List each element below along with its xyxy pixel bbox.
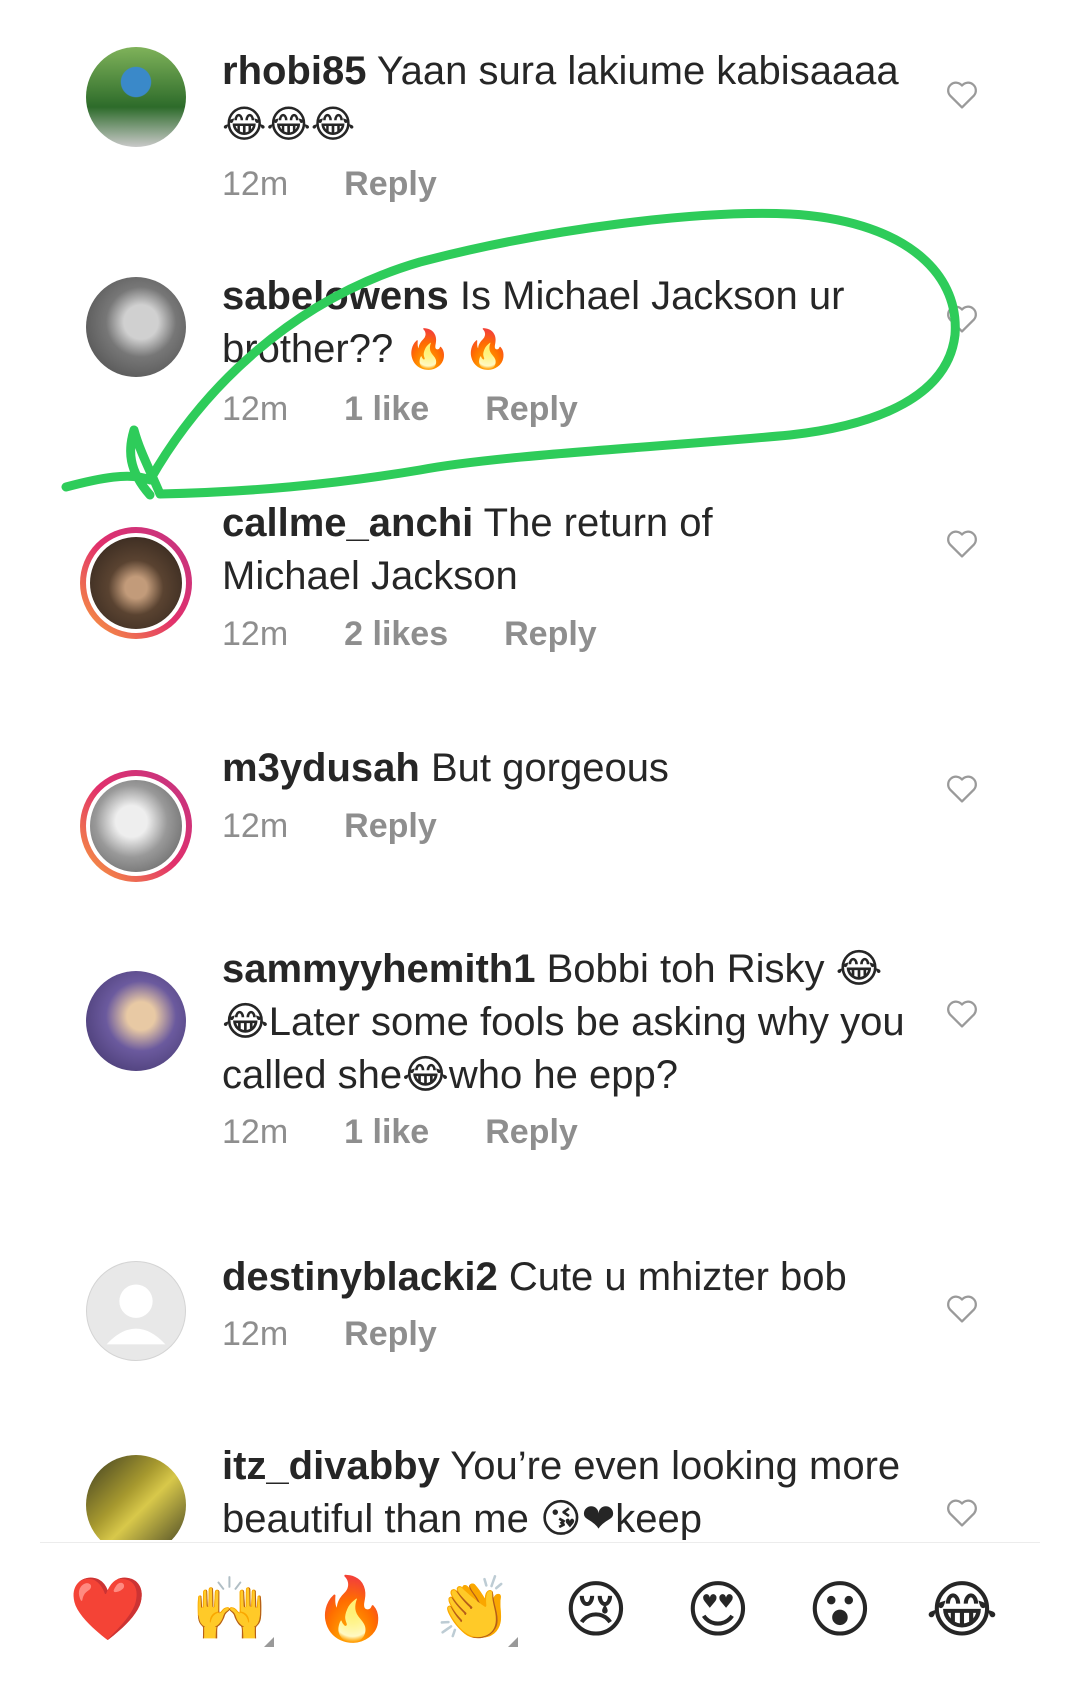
comment-username[interactable]: m3ydusah (222, 746, 420, 790)
avatar-image (86, 1455, 186, 1540)
avatar-image (86, 776, 186, 876)
comment-username[interactable]: itz_divabby (222, 1444, 440, 1488)
comment-item: itz_divabby You’re even looking more bea… (0, 1430, 1080, 1540)
comment-username[interactable]: sabelowens (222, 274, 449, 318)
comment-body: rhobi85 Yaan sura lakiume kabisaaaa 😂😂😂 (222, 45, 922, 151)
reply-button[interactable]: Reply (344, 807, 437, 846)
comment-time: 12m (222, 165, 289, 203)
comment-body: itz_divabby You’re even looking more bea… (222, 1440, 922, 1540)
heart-outline-icon[interactable] (945, 1292, 979, 1324)
comment-item: sabelowens Is Michael Jackson ur brother… (0, 230, 1080, 455)
comment-body: callme_anchi The return of Michael Jacks… (222, 497, 822, 603)
variant-indicator-icon (508, 1637, 518, 1647)
avatar[interactable] (80, 527, 192, 639)
comment-meta: 12m 2 likes Reply (222, 615, 597, 654)
comment-item: sammyyhemith1 Bobbi toh Risky 😂😂Later so… (0, 945, 1080, 1205)
default-avatar-icon (106, 1284, 166, 1345)
fire-emoji-button[interactable]: 🔥 (312, 1569, 392, 1649)
variant-indicator-icon (264, 1637, 274, 1647)
comment-emojis: 🔥 🔥 (404, 327, 512, 371)
heart-outline-icon[interactable] (945, 78, 979, 110)
clapping-emoji-button[interactable]: 👏 (434, 1569, 518, 1649)
avatar[interactable] (86, 971, 186, 1071)
heart-eyes-emoji-icon: 😍 (685, 1572, 751, 1646)
heart-outline-icon[interactable] (945, 1496, 979, 1528)
avatar-image (86, 971, 186, 1071)
comment-username[interactable]: rhobi85 (222, 49, 366, 93)
avatar[interactable] (86, 47, 186, 147)
emoji-reaction-bar: ❤️ 🙌 🔥 👏 😢 😍 😮 😂 (40, 1542, 1040, 1689)
comment-time: 12m (222, 1315, 289, 1353)
avatar-image (86, 533, 186, 633)
clapping-hands-emoji-icon: 👏 (435, 1572, 513, 1645)
like-count[interactable]: 2 likes (344, 615, 448, 654)
heart-outline-icon[interactable] (945, 997, 979, 1029)
comment-item: callme_anchi The return of Michael Jacks… (0, 475, 1080, 700)
avatar-image (86, 47, 186, 147)
comment-meta: 12m 1 like Reply (222, 1113, 578, 1152)
raised-hands-emoji-icon: 🙌 (191, 1572, 269, 1645)
reply-button[interactable]: Reply (485, 1113, 578, 1152)
comments-list: rhobi85 Yaan sura lakiume kabisaaaa 😂😂😂 1… (0, 0, 1080, 1540)
avatar[interactable] (86, 1261, 186, 1361)
comment-time: 12m (222, 615, 289, 653)
comment-username[interactable]: destinyblacki2 (222, 1255, 498, 1299)
tears-of-joy-emoji-icon: 😂 (925, 1572, 999, 1646)
comment-item: rhobi85 Yaan sura lakiume kabisaaaa 😂😂😂 1… (0, 0, 1080, 230)
surprised-emoji-button[interactable]: 😮 (800, 1569, 880, 1649)
heart-outline-icon[interactable] (945, 302, 979, 334)
avatar[interactable] (80, 770, 192, 882)
avatar[interactable] (86, 277, 186, 377)
reply-button[interactable]: Reply (344, 1315, 437, 1354)
heart-emoji-button[interactable]: ❤️ (68, 1569, 148, 1649)
comment-item: destinyblacki2 Cute u mhizter bob 12m Re… (0, 1235, 1080, 1415)
like-count[interactable]: 1 like (344, 1113, 429, 1152)
crying-emoji-button[interactable]: 😢 (556, 1569, 636, 1649)
comment-text: Cute u mhizter bob (508, 1255, 847, 1299)
heart-outline-icon[interactable] (945, 772, 979, 804)
crying-face-emoji-icon: 😢 (563, 1572, 629, 1646)
laughing-emoji-button[interactable]: 😂 (922, 1569, 1002, 1649)
comment-body: sammyyhemith1 Bobbi toh Risky 😂😂Later so… (222, 943, 922, 1102)
reply-button[interactable]: Reply (344, 165, 437, 204)
comment-meta: 12m Reply (222, 165, 437, 204)
raised-hands-emoji-button[interactable]: 🙌 (190, 1569, 274, 1649)
comment-body: sabelowens Is Michael Jackson ur brother… (222, 270, 902, 376)
comment-text: But gorgeous (430, 746, 669, 790)
heart-eyes-emoji-button[interactable]: 😍 (678, 1569, 758, 1649)
avatar-image (86, 277, 186, 377)
comment-meta: 12m Reply (222, 1315, 437, 1354)
comment-body: m3ydusah But gorgeous (222, 742, 922, 795)
avatar[interactable] (86, 1455, 186, 1540)
comment-item: m3ydusah But gorgeous 12m Reply (0, 720, 1080, 910)
comment-meta: 12m 1 like Reply (222, 390, 578, 429)
comment-meta: 12m Reply (222, 807, 437, 846)
comment-username[interactable]: sammyyhemith1 (222, 947, 535, 991)
comment-emojis: 😂😂😂 (222, 102, 356, 146)
comment-username[interactable]: callme_anchi (222, 501, 473, 545)
reply-button[interactable]: Reply (485, 390, 578, 429)
fire-emoji-icon: 🔥 (313, 1572, 391, 1645)
comment-time: 12m (222, 390, 289, 428)
heart-emoji-icon: ❤️ (69, 1572, 147, 1645)
comment-text: Yaan sura lakiume kabisaaaa (376, 49, 899, 93)
comment-time: 12m (222, 1113, 289, 1151)
comment-time: 12m (222, 807, 289, 845)
comment-body: destinyblacki2 Cute u mhizter bob (222, 1251, 922, 1304)
reply-button[interactable]: Reply (504, 615, 597, 654)
like-count[interactable]: 1 like (344, 390, 429, 429)
surprised-face-emoji-icon: 😮 (807, 1572, 873, 1646)
heart-outline-icon[interactable] (945, 527, 979, 559)
